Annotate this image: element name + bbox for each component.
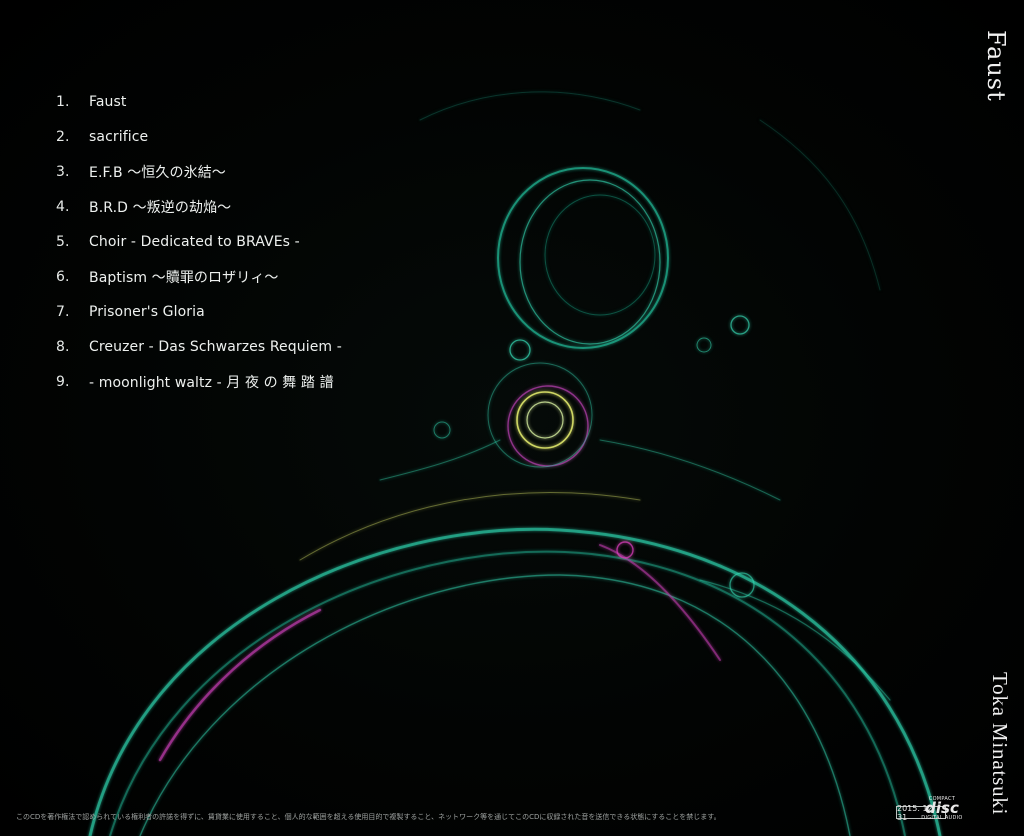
track-number: 6. bbox=[56, 268, 70, 285]
track-number: 9. bbox=[56, 373, 70, 390]
track-item: 1. Faust bbox=[56, 84, 342, 119]
track-number: 7. bbox=[56, 303, 70, 320]
track-list: 1. Faust 2. sacrifice 3. E.F.B ～恒久の氷結～ 4… bbox=[56, 84, 342, 399]
track-title: Prisoner's Gloria bbox=[89, 303, 205, 320]
disc-label: disc bbox=[925, 799, 959, 817]
track-number: 4. bbox=[56, 198, 70, 215]
track-item: 3. E.F.B ～恒久の氷結～ bbox=[56, 154, 342, 189]
track-title: Baptism ～贖罪のロザリィ～ bbox=[89, 269, 279, 286]
digital-audio-label: DIGITAL AUDIO bbox=[921, 815, 963, 821]
track-title: E.F.B ～恒久の氷結～ bbox=[89, 164, 226, 181]
track-item: 4. B.R.D ～叛逆の劫焔～ bbox=[56, 189, 342, 224]
compact-disc-logo: COMPACT disc DIGITAL AUDIO bbox=[921, 796, 963, 824]
track-title: - moonlight waltz - 月 夜 の 舞 踏 譜 bbox=[89, 374, 334, 391]
track-title: Faust bbox=[89, 93, 127, 110]
track-number: 5. bbox=[56, 233, 70, 250]
track-number: 2. bbox=[56, 128, 70, 145]
track-item: 8. Creuzer - Das Schwarzes Requiem - bbox=[56, 329, 342, 364]
spine-artist-name: Toka Minatsuki bbox=[988, 672, 1012, 816]
track-item: 2. sacrifice bbox=[56, 119, 342, 154]
track-item: 6. Baptism ～贖罪のロザリィ～ bbox=[56, 259, 342, 294]
track-item: 7. Prisoner's Gloria bbox=[56, 294, 342, 329]
track-item: 5. Choir - Dedicated to BRAVEs - bbox=[56, 224, 342, 259]
track-number: 8. bbox=[56, 338, 70, 355]
track-title: B.R.D ～叛逆の劫焔～ bbox=[89, 199, 232, 216]
track-title: Choir - Dedicated to BRAVEs - bbox=[89, 233, 300, 250]
spine-album-title: Faust bbox=[982, 30, 1010, 102]
copyright-notice: このCDを著作権法で認められている権利者の許諾を得ずに、賃貸業に使用すること、個… bbox=[16, 813, 721, 821]
track-number: 1. bbox=[56, 93, 70, 110]
track-title: Creuzer - Das Schwarzes Requiem - bbox=[89, 338, 342, 355]
track-item: 9. - moonlight waltz - 月 夜 の 舞 踏 譜 bbox=[56, 364, 342, 399]
track-number: 3. bbox=[56, 163, 70, 180]
track-title: sacrifice bbox=[89, 128, 149, 145]
